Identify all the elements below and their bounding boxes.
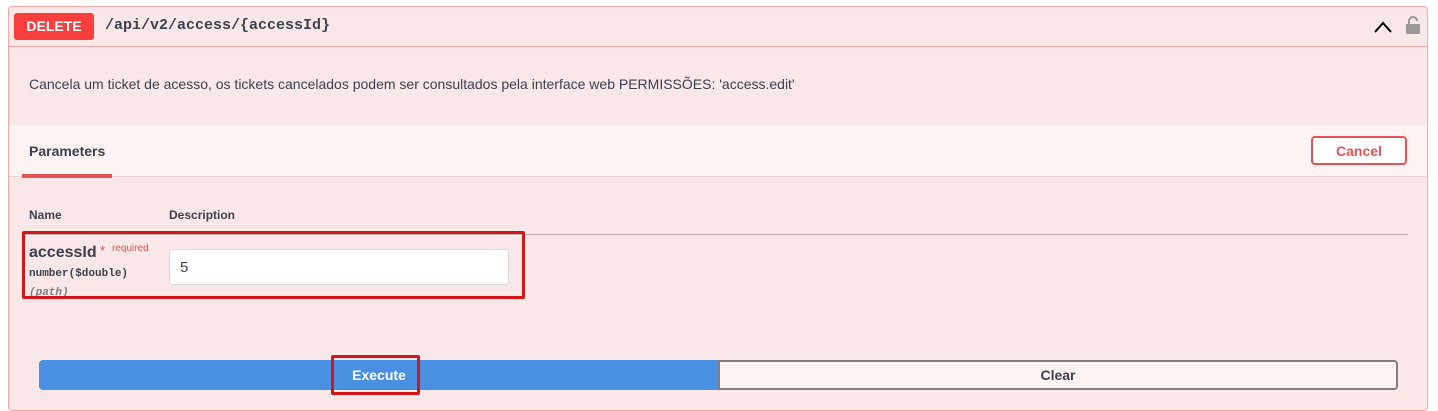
- chevron-up-icon[interactable]: [1373, 19, 1393, 35]
- operation-description: Cancela um ticket de acesso, os tickets …: [29, 76, 795, 92]
- operation-path: /api/v2/access/{accessId}: [105, 17, 331, 34]
- tab-parameters[interactable]: Parameters: [22, 125, 112, 178]
- parameter-highlight-box: [22, 231, 525, 299]
- lock-icon[interactable]: [1405, 15, 1421, 35]
- execute-highlight-box: [331, 355, 420, 395]
- tab-parameters-label: Parameters: [29, 143, 106, 159]
- parameters-section-header: Parameters Cancel: [9, 125, 1427, 178]
- operation-block-delete: DELETE /api/v2/access/{accessId} Cancela…: [8, 6, 1428, 411]
- cancel-button[interactable]: Cancel: [1311, 136, 1407, 165]
- column-header-description: Description: [169, 208, 236, 222]
- method-badge: DELETE: [14, 13, 94, 40]
- clear-button[interactable]: Clear: [718, 360, 1398, 390]
- execute-wrapper: Execute Clear: [39, 360, 1398, 390]
- column-header-name: Name: [29, 208, 62, 222]
- operation-summary[interactable]: DELETE /api/v2/access/{accessId}: [9, 7, 1427, 47]
